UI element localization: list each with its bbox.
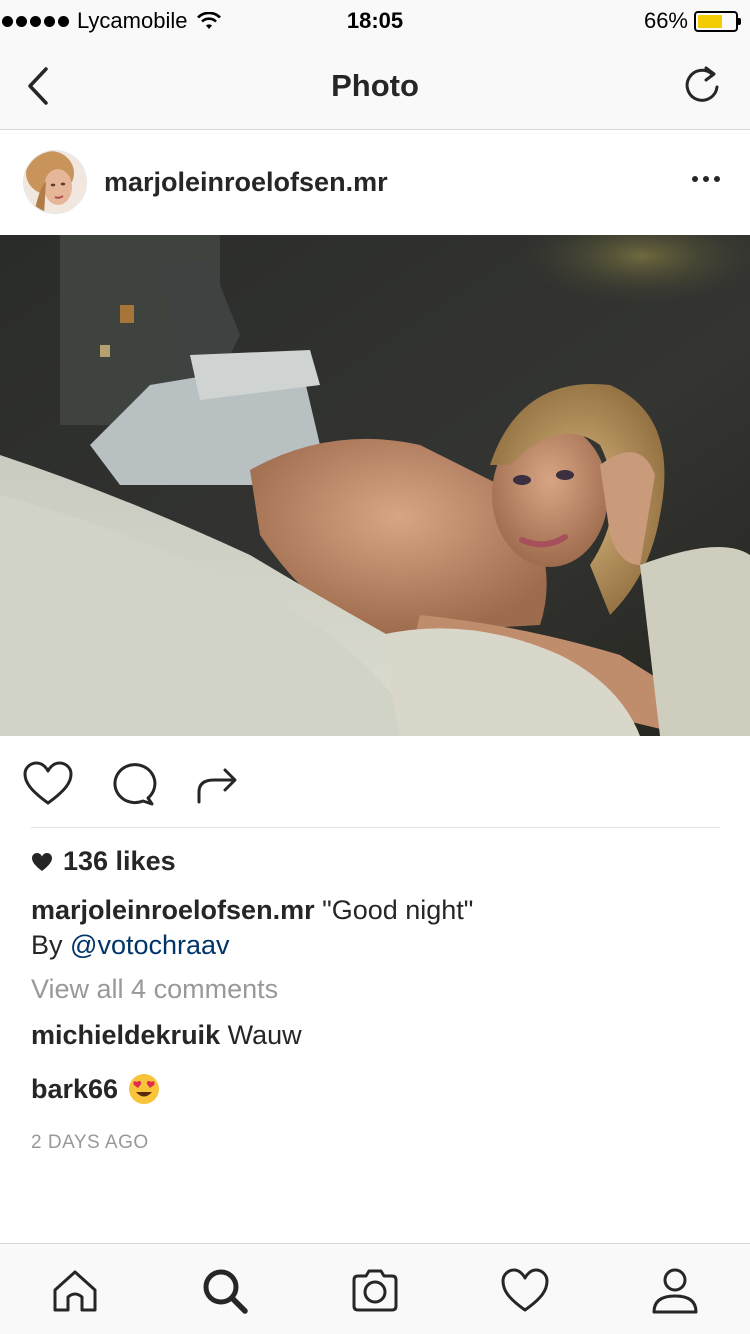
more-options-icon[interactable] bbox=[692, 169, 722, 189]
search-icon[interactable] bbox=[200, 1266, 250, 1316]
likes-count[interactable]: 136 likes bbox=[31, 846, 176, 877]
view-all-comments-link[interactable]: View all 4 comments bbox=[31, 974, 278, 1005]
avatar-image bbox=[24, 151, 86, 213]
battery-fill bbox=[698, 14, 722, 28]
comment-username[interactable]: michieldekruik bbox=[31, 1020, 220, 1050]
heart-eyes-emoji-icon bbox=[129, 1074, 160, 1104]
battery-percent: 66% bbox=[643, 8, 688, 33]
comment-item: bark66 bbox=[31, 1073, 160, 1105]
post-header: marjoleinroelofsen.mr bbox=[0, 131, 750, 235]
caption-text: "Good night" bbox=[322, 895, 474, 925]
comment-icon[interactable] bbox=[107, 760, 159, 808]
heart-icon[interactable] bbox=[500, 1266, 550, 1316]
avatar[interactable] bbox=[23, 150, 87, 214]
post-photo[interactable] bbox=[0, 235, 750, 736]
like-heart-icon[interactable] bbox=[22, 760, 74, 808]
post-actions bbox=[0, 736, 750, 828]
likes-text: 136 likes bbox=[63, 846, 176, 876]
battery-info: 66% bbox=[643, 8, 741, 34]
comment-text: Wauw bbox=[227, 1020, 302, 1050]
byline-prefix: By bbox=[31, 930, 63, 960]
comment-username[interactable]: bark66 bbox=[31, 1074, 118, 1105]
battery-icon bbox=[694, 10, 741, 32]
photo-image bbox=[0, 235, 750, 736]
page-title: Photo bbox=[331, 68, 419, 103]
post-timestamp: 2 DAYS AGO bbox=[31, 1132, 149, 1153]
comment-item: michieldekruik Wauw bbox=[31, 1020, 302, 1051]
byline-mention[interactable]: @votochraav bbox=[70, 930, 229, 960]
heart-small-icon bbox=[32, 852, 52, 871]
nav-bar: Photo bbox=[0, 40, 750, 130]
refresh-icon[interactable] bbox=[682, 64, 722, 106]
profile-icon[interactable] bbox=[650, 1266, 700, 1316]
caption-byline: By @votochraav bbox=[31, 928, 230, 962]
caption: marjoleinroelofsen.mr "Good night" bbox=[31, 893, 473, 927]
caption-username[interactable]: marjoleinroelofsen.mr bbox=[31, 895, 315, 925]
tab-bar bbox=[0, 1243, 750, 1334]
divider bbox=[31, 827, 720, 828]
post-username[interactable]: marjoleinroelofsen.mr bbox=[104, 167, 388, 198]
clock: 18:05 bbox=[346, 8, 404, 33]
camera-icon[interactable] bbox=[350, 1266, 400, 1316]
status-bar: Lycamobile 18:05 66% bbox=[0, 0, 750, 40]
home-icon[interactable] bbox=[50, 1266, 100, 1316]
share-icon[interactable] bbox=[192, 760, 244, 808]
